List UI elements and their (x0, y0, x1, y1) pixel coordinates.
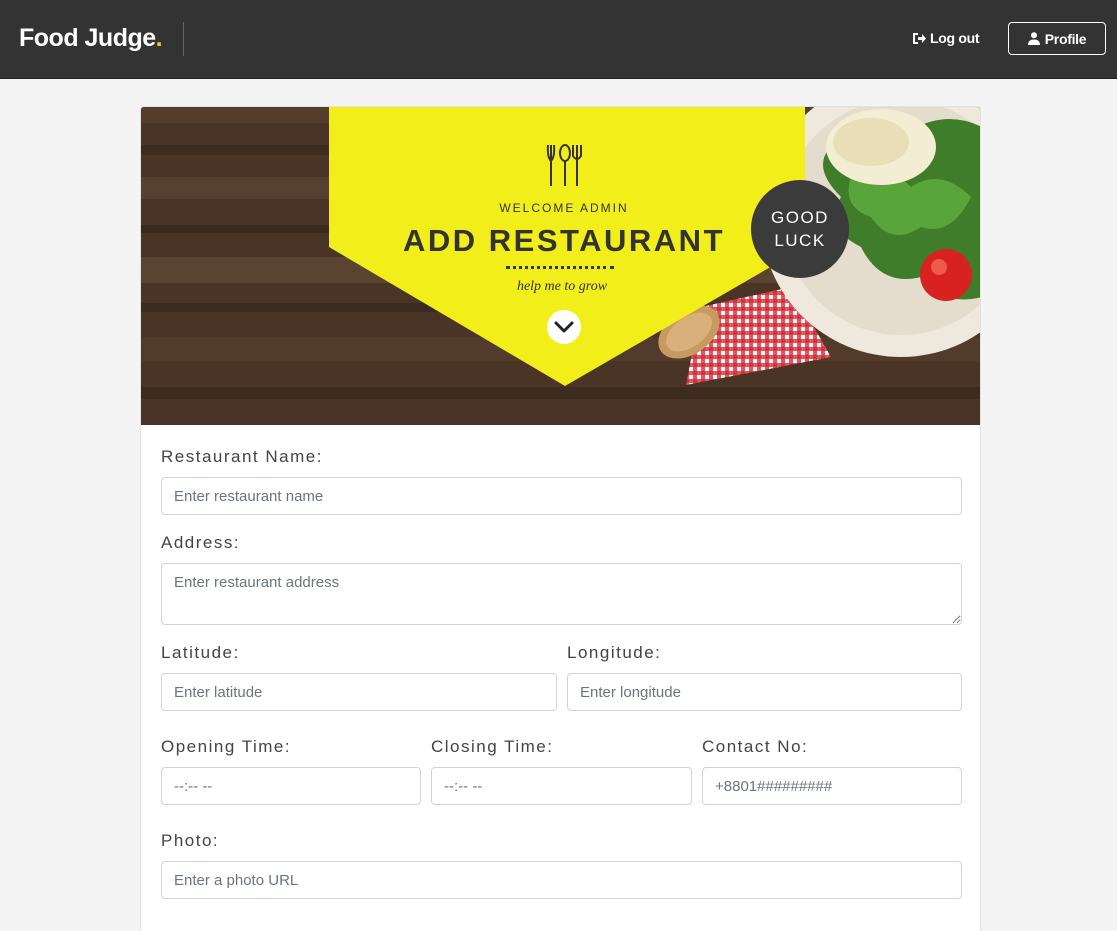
contact-no-label: Contact No: (702, 737, 809, 756)
photo-label: Photo: (161, 831, 220, 850)
page-title: ADD RESTAURANT (402, 223, 726, 258)
latitude-label: Latitude: (161, 643, 240, 662)
closing-time-input[interactable] (431, 767, 692, 805)
title-underline (506, 266, 614, 269)
restaurant-name-label: Restaurant Name: (161, 447, 323, 466)
profile-label: Profile (1044, 30, 1087, 47)
navbar: Food Judge. Log out Profile (0, 0, 1117, 79)
user-icon (1027, 32, 1040, 45)
nav-divider (183, 22, 184, 56)
badge-line-2: LUCK (774, 231, 826, 250)
address-label: Address: (161, 533, 241, 552)
good-luck-badge: GOOD LUCK (751, 180, 849, 278)
longitude-label: Longitude: (567, 643, 662, 662)
badge-line-1: GOOD (771, 208, 829, 227)
profile-button[interactable]: Profile (1008, 22, 1106, 55)
chevron-down-icon (554, 321, 574, 333)
brand-logo[interactable]: Food Judge. (19, 24, 163, 53)
opening-time-label: Opening Time: (161, 737, 292, 756)
hero-banner: WELCOME ADMIN ADD RESTAURANT help me to … (141, 107, 980, 425)
latitude-input[interactable] (161, 673, 557, 711)
welcome-text: WELCOME ADMIN (499, 201, 629, 215)
contact-no-input[interactable] (702, 767, 962, 805)
logout-label: Log out (930, 30, 980, 46)
closing-time-label: Closing Time: (431, 737, 554, 756)
restaurant-name-input[interactable] (161, 477, 962, 515)
scroll-down-button[interactable] (547, 310, 581, 344)
tagline: help me to grow (516, 279, 608, 294)
add-restaurant-card: WELCOME ADMIN ADD RESTAURANT help me to … (140, 106, 981, 931)
opening-time-input[interactable] (161, 767, 421, 805)
cutlery-icon (546, 144, 582, 186)
address-textarea[interactable] (161, 563, 962, 625)
longitude-input[interactable] (567, 673, 962, 711)
sign-out-icon (913, 32, 926, 44)
logout-link[interactable]: Log out (912, 30, 980, 46)
photo-url-input[interactable] (161, 861, 962, 899)
